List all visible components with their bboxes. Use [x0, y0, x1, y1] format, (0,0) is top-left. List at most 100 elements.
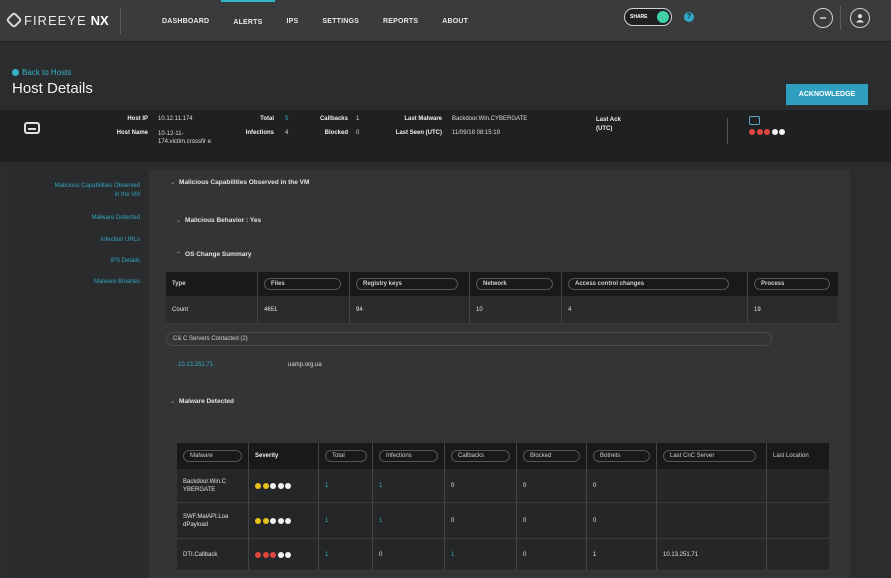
minimize-button[interactable] [813, 8, 833, 28]
botnets-value: 0 [587, 469, 657, 502]
total-value[interactable]: 5 [285, 116, 288, 122]
chevron-down-icon: ⌄ [170, 180, 176, 186]
table-header: Malware Severity Total Infections Callba… [177, 443, 829, 469]
share-toggle-knob [657, 11, 669, 23]
last-location-value [767, 539, 829, 570]
section-sidebar: Malicious Capabilities Observed in the V… [12, 170, 148, 578]
column-header-label: Process [754, 278, 830, 290]
nav-alerts[interactable]: ALERTS [221, 0, 275, 42]
column-header-label: Callbacks [451, 450, 510, 462]
column-header[interactable]: Total [319, 443, 373, 469]
last-seen-label: Last Seen (UTC) [395, 130, 442, 136]
botnets-value: 0 [587, 503, 657, 538]
column-header[interactable]: Blocked [517, 443, 587, 469]
callbacks-link[interactable]: 1 [445, 539, 517, 570]
column-header[interactable]: Botnets [587, 443, 657, 469]
back-link-label: Back to Hosts [22, 68, 72, 77]
total-link[interactable]: 1 [319, 503, 373, 538]
host-ip-label: Host IP [127, 116, 148, 122]
last-seen-value: 11/09/18 08:15:19 [452, 130, 500, 136]
column-header[interactable]: Callbacks [445, 443, 517, 469]
back-to-hosts-link[interactable]: Back to Hosts [12, 68, 71, 77]
fireeye-logo[interactable]: FIREEYE NX [5, 11, 109, 29]
last-location-value [767, 469, 829, 502]
column-header[interactable]: Infections [373, 443, 445, 469]
infections-link[interactable]: 1 [373, 469, 445, 502]
nav-settings[interactable]: SETTINGS [310, 0, 371, 42]
sidebar-item-malware-detected[interactable]: Malware Detected [92, 215, 140, 221]
table-row: Count 4651 94 10 4 19 [166, 296, 838, 324]
severity-cell [249, 469, 319, 502]
malware-name: SWF.MalAPI.Loa dPayload [177, 503, 249, 538]
severity-dot [749, 129, 755, 135]
brand-name: FIREEYE [24, 12, 87, 28]
last-cnc-value [657, 503, 767, 538]
column-header-label: Network [476, 278, 553, 290]
column-header[interactable]: Last Location [767, 443, 829, 469]
nav-about[interactable]: ABOUT [430, 0, 480, 42]
malware-name: DTI.Callback [177, 539, 249, 570]
last-location-value [767, 503, 829, 538]
nav-divider [120, 8, 121, 34]
table-row[interactable]: Backdoor.Win.C YBERGATE 1 1 0 0 0 [177, 469, 829, 503]
callbacks-label: Callbacks [319, 116, 348, 122]
blocked-value: 0 [517, 503, 587, 538]
main-nav: DASHBOARD ALERTS IPS SETTINGS REPORTS AB… [150, 0, 480, 42]
section-malware-detected[interactable]: ⌄ Malware Detected [170, 398, 234, 405]
nav-reports[interactable]: REPORTS [371, 0, 430, 42]
infections-link[interactable]: 1 [373, 503, 445, 538]
callbacks-value: 0 [445, 503, 517, 538]
chevron-up-icon: ⌃ [176, 252, 182, 258]
table-cell: 94 [350, 296, 470, 323]
total-label: Total [260, 116, 274, 122]
column-header[interactable]: Last CnC Server [657, 443, 767, 469]
host-name-value: 10-12-11-174.victim.crossfir e [158, 131, 212, 145]
help-icon[interactable]: ? [684, 12, 694, 22]
severity-dot [270, 482, 276, 489]
column-header[interactable]: Network [470, 272, 562, 296]
nav-ips[interactable]: IPS [275, 0, 311, 42]
acknowledge-button[interactable]: ACKNOWLEDGE [786, 84, 868, 105]
column-header[interactable]: Severity [249, 443, 319, 469]
column-header[interactable]: Files [258, 272, 350, 296]
table-cell: 4 [562, 296, 748, 323]
infections-label: Infections [245, 130, 274, 136]
nav-dashboard[interactable]: DASHBOARD [150, 0, 221, 42]
total-link[interactable]: 1 [319, 539, 373, 570]
section-malicious-behavior[interactable]: ⌄ Malicious Behavior : Yes [176, 217, 261, 224]
column-header-label: Access control changes [568, 278, 730, 290]
column-header[interactable]: Registry keys [350, 272, 470, 296]
table-row[interactable]: DTI.Callback 1 0 1 0 1 10.13.251.71 [177, 539, 829, 571]
chevron-down-icon: ⌄ [176, 218, 182, 224]
section-title: Malware Detected [179, 398, 234, 405]
user-icon [856, 14, 864, 23]
sidebar-item-malware-binaries[interactable]: Malware Binaries [94, 279, 140, 285]
last-malware-label: Last Malware [404, 116, 442, 122]
column-header[interactable]: Access control changes [562, 272, 748, 296]
column-header[interactable]: Malware [177, 443, 249, 469]
share-toggle[interactable]: SHARE [624, 8, 672, 26]
sidebar-item-ips-details[interactable]: IPS Details [110, 258, 140, 264]
severity-dot [779, 129, 785, 135]
table-cell: 19 [754, 306, 761, 313]
last-cnc-value [657, 469, 767, 502]
host-name-label: Host Name [116, 130, 148, 136]
user-menu-button[interactable] [850, 8, 870, 28]
severity-dot [764, 129, 770, 135]
cnc-servers-header[interactable]: C& C Servers Contacted (2) [166, 332, 772, 346]
sidebar-item-infection-urls[interactable]: Infection URLs [101, 237, 140, 243]
total-link[interactable]: 1 [319, 469, 373, 502]
severity-dot [270, 551, 276, 558]
cnc-server-ip-link[interactable]: 10.13.251.71 [178, 362, 213, 368]
malware-name: Backdoor.Win.C YBERGATE [177, 469, 249, 502]
table-row[interactable]: SWF.MalAPI.Loa dPayload 1 1 0 0 0 [177, 503, 829, 539]
column-header[interactable]: Process [748, 272, 838, 296]
section-malicious-capabilities[interactable]: ⌄ Malicious Capabilities Observed in the… [170, 179, 309, 186]
column-header-label: Malware [183, 450, 242, 462]
section-os-change-summary[interactable]: ⌃ OS Change Summary [176, 251, 252, 258]
minus-icon [820, 17, 826, 19]
severity-dot [285, 482, 291, 489]
last-cnc-value: 10.13.251.71 [657, 539, 767, 570]
sidebar-item-malicious-capabilities[interactable]: Malicious Capabilities Observed in the V… [52, 182, 140, 200]
cnc-server-domain: uamp.org.ua [288, 362, 322, 368]
